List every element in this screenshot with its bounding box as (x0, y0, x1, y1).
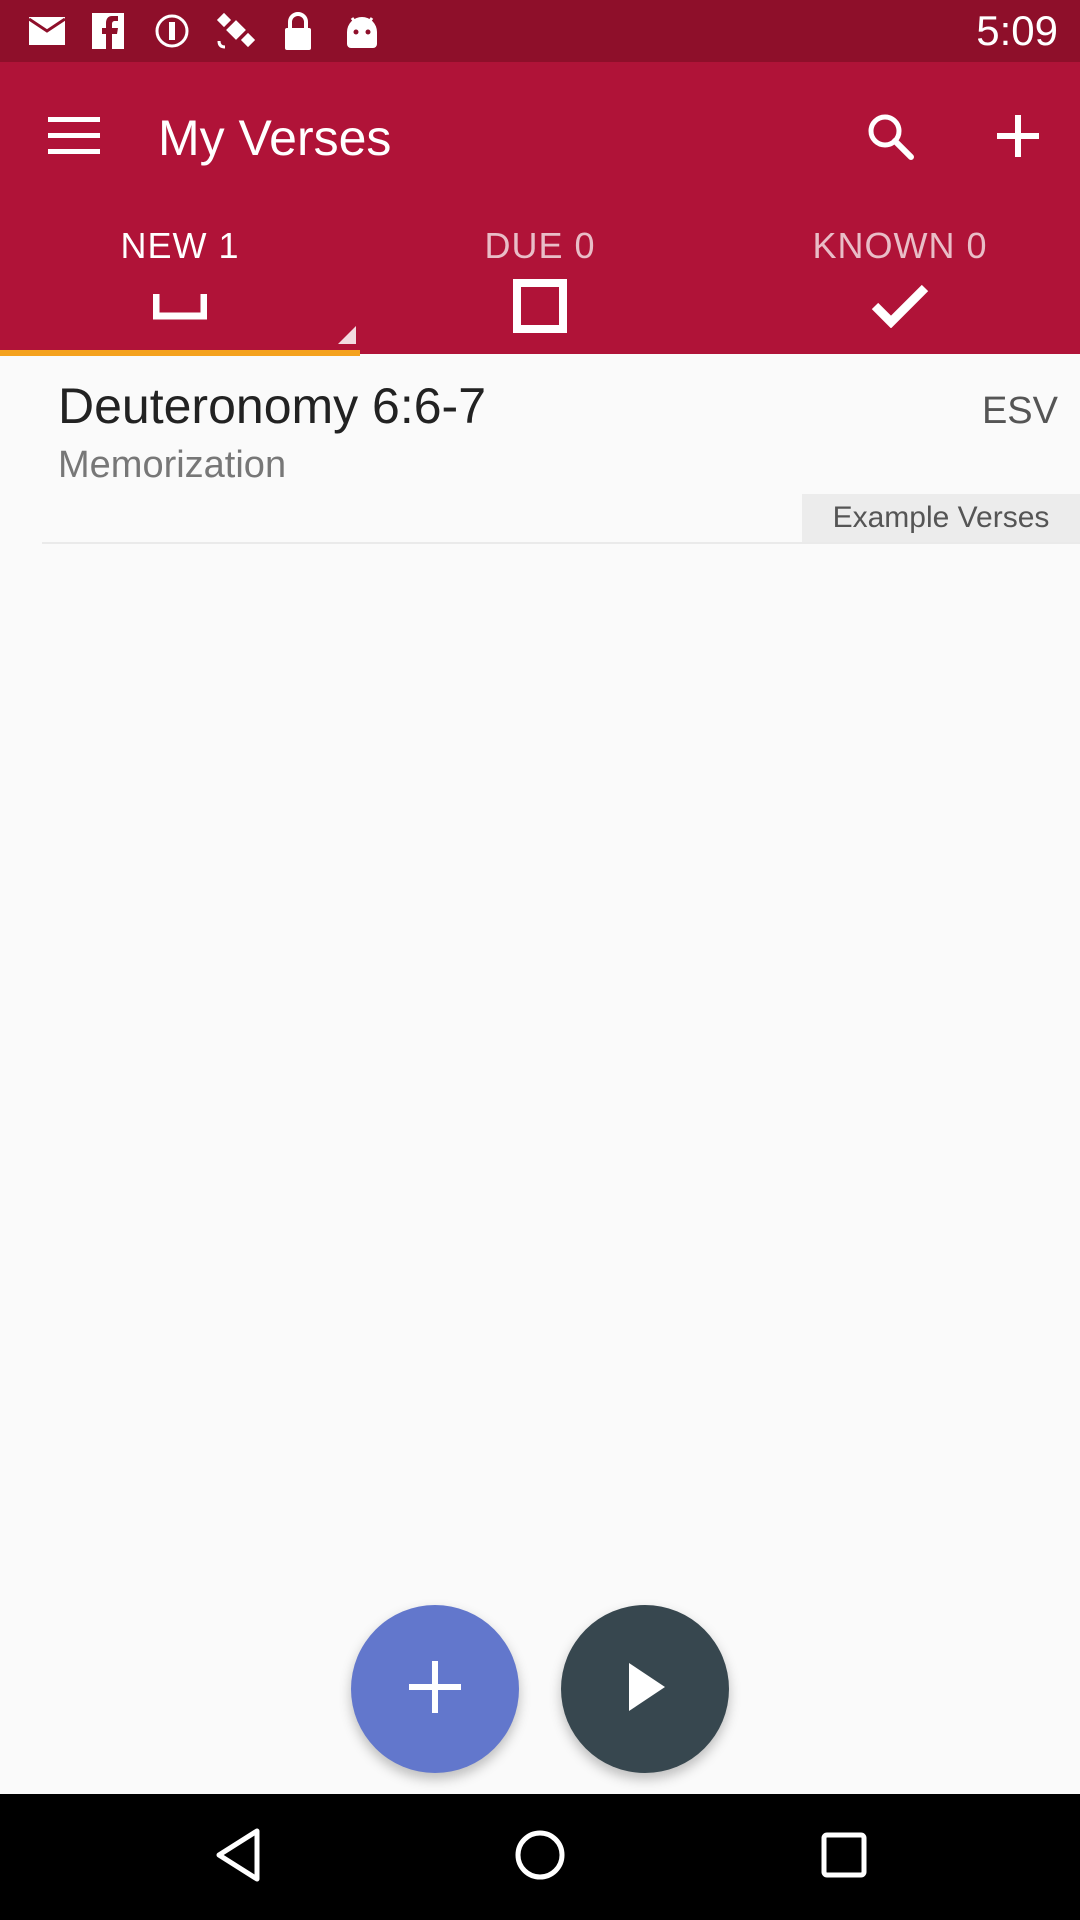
menu-icon (48, 116, 100, 160)
play-icon (623, 1661, 667, 1718)
plus-icon (997, 114, 1039, 162)
verse-version: ESV (981, 390, 1058, 432)
back-button[interactable] (198, 1817, 278, 1897)
tab-known-label: KNOWN 0 (812, 225, 988, 266)
search-button[interactable] (848, 96, 932, 180)
page-title: My Verses (158, 110, 392, 166)
tab-corner-marker (338, 326, 356, 344)
recents-icon (821, 1832, 867, 1883)
sync-icon (150, 10, 194, 52)
tab-due-label: DUE 0 (484, 225, 596, 266)
play-fab-button[interactable] (561, 1605, 729, 1773)
satellite-icon (212, 10, 260, 52)
recents-button[interactable] (804, 1817, 884, 1897)
verse-subtitle: Memorization (58, 444, 287, 486)
search-icon (866, 112, 914, 165)
tab-known[interactable]: KNOWN 0 (720, 218, 1080, 354)
tab-new-label: NEW 1 (120, 225, 240, 266)
verse-tag: Example Verses (802, 494, 1080, 542)
mail-icon (24, 10, 70, 52)
tab-due[interactable]: DUE 0 (360, 218, 720, 354)
home-icon (514, 1829, 566, 1886)
home-button[interactable] (500, 1817, 580, 1897)
navigation-bar (0, 1794, 1080, 1920)
facebook-icon (88, 10, 128, 52)
status-time: 5:09 (976, 7, 1058, 54)
add-verse-button[interactable] (976, 96, 1060, 180)
check-icon (720, 278, 1080, 334)
status-bar: 5:09 (0, 0, 1080, 62)
bracket-icon (0, 278, 360, 334)
plus-icon (407, 1659, 463, 1720)
verse-reference: Deuteronomy 6:6-7 (58, 378, 487, 434)
lock-icon (278, 10, 318, 52)
tab-new[interactable]: NEW 1 (0, 218, 360, 354)
list-item[interactable]: Deuteronomy 6:6-7 ESV Memorization Examp… (0, 356, 1080, 542)
divider (42, 542, 1080, 544)
back-icon (213, 1827, 263, 1888)
square-icon (360, 278, 720, 334)
menu-button[interactable] (32, 96, 116, 180)
android-icon (340, 10, 384, 52)
add-fab-button[interactable] (351, 1605, 519, 1773)
